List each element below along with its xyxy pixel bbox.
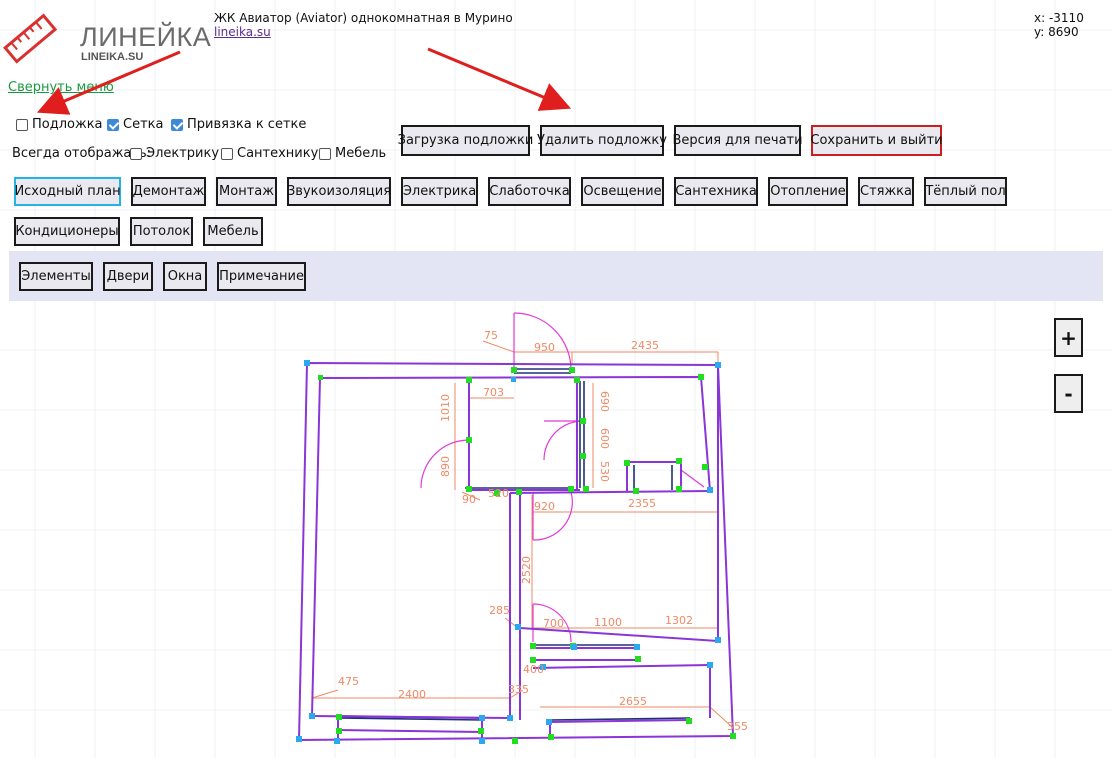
tab-warm-floor[interactable]: Тёплый пол <box>924 177 1007 206</box>
tab-ceiling[interactable]: Потолок <box>130 217 193 246</box>
tab-soundproofing[interactable]: Звукоизоляция <box>287 177 391 206</box>
tab-low-current[interactable]: Слаботочка <box>488 177 571 206</box>
tab-initial-plan[interactable]: Исходный план <box>14 177 121 206</box>
snap-checkbox[interactable] <box>171 118 183 131</box>
dim-label: 703 <box>483 386 504 399</box>
annotation-arrows <box>36 47 572 115</box>
dim-label: 90 <box>462 493 476 506</box>
arrow-to-underlay <box>36 50 181 115</box>
electric-label: Электрику <box>146 146 220 161</box>
dim-label: 690 <box>598 391 611 412</box>
dim-label: 335 <box>508 683 529 696</box>
dim-label: 1010 <box>439 394 452 422</box>
dim-label: 530 <box>598 461 611 482</box>
dim-label: 400 <box>523 663 544 676</box>
dim-label: 920 <box>534 500 555 513</box>
dim-label: 2400 <box>398 688 426 701</box>
tab-air-conditioners[interactable]: Кондиционеры <box>14 217 120 246</box>
underlay-label: Подложка <box>32 117 103 132</box>
dim-label: 75 <box>484 329 498 342</box>
dim-label: 355 <box>727 720 748 733</box>
dim-label: 2355 <box>628 497 656 510</box>
delete-underlay-button[interactable]: Удалить подложку <box>537 125 667 156</box>
dim-label: 1100 <box>594 616 622 629</box>
underlay-checkbox[interactable] <box>16 118 28 131</box>
tab-lighting[interactable]: Освещение <box>581 177 664 206</box>
electric-checkbox[interactable] <box>130 147 142 160</box>
dim-label: 890 <box>439 456 452 477</box>
tab-heating[interactable]: Отопление <box>768 177 848 206</box>
tab-demolition[interactable]: Демонтаж <box>131 177 206 206</box>
electric-option[interactable]: Электрику <box>130 146 219 161</box>
tab-windows[interactable]: Окна <box>163 262 207 291</box>
furniture-checkbox[interactable] <box>319 147 331 160</box>
tab-mounting[interactable]: Монтаж <box>216 177 277 206</box>
tab-furniture[interactable]: Мебель <box>203 217 263 246</box>
tab-plumbing[interactable]: Сантехника <box>674 177 758 206</box>
underlay-option[interactable]: Подложка <box>16 117 103 132</box>
print-version-button[interactable]: Версия для печати <box>672 125 803 156</box>
save-exit-button[interactable]: Сохранить и выйти <box>810 125 943 156</box>
zoom-in-button[interactable]: + <box>1054 318 1083 357</box>
grid-label: Сетка <box>123 117 164 132</box>
tab-electrics[interactable]: Электрика <box>401 177 478 206</box>
plumbing-option[interactable]: Сантехнику <box>221 146 318 161</box>
dim-label: 520 <box>488 487 509 500</box>
dim-label: 700 <box>543 617 564 630</box>
dim-label: 475 <box>338 675 359 688</box>
arrow-to-delete-underlay <box>427 47 572 111</box>
dim-label: 285 <box>489 604 510 617</box>
door-arcs <box>420 312 705 643</box>
dimension-labels: 75 950 2435 703 1010 690 600 890 530 90 … <box>338 329 748 733</box>
snap-option[interactable]: Привязка к сетке <box>171 117 306 132</box>
snap-label: Привязка к сетке <box>187 117 307 132</box>
dim-label: 2520 <box>520 556 533 584</box>
dim-label: 1302 <box>665 614 693 627</box>
zoom-out-button[interactable]: - <box>1054 374 1083 413</box>
plumbing-checkbox[interactable] <box>221 147 233 160</box>
tab-note[interactable]: Примечание <box>217 262 306 291</box>
dim-label: 2435 <box>631 339 659 352</box>
tab-doors[interactable]: Двери <box>103 262 153 291</box>
plumbing-label: Сантехнику <box>237 146 319 161</box>
tab-elements[interactable]: Элементы <box>19 262 93 291</box>
grid-checkbox[interactable] <box>107 118 119 131</box>
window-lines <box>337 368 691 721</box>
dim-label: 2655 <box>619 695 647 708</box>
tab-screed[interactable]: Стяжка <box>858 177 914 206</box>
dim-label: 600 <box>598 428 611 449</box>
furniture-label: Мебель <box>335 146 387 161</box>
dim-label: 950 <box>534 341 555 354</box>
load-underlay-button[interactable]: Загрузка подложки <box>398 125 533 156</box>
dimension-lines <box>311 340 733 728</box>
furniture-option[interactable]: Мебель <box>319 146 386 161</box>
grid-option[interactable]: Сетка <box>107 117 163 132</box>
